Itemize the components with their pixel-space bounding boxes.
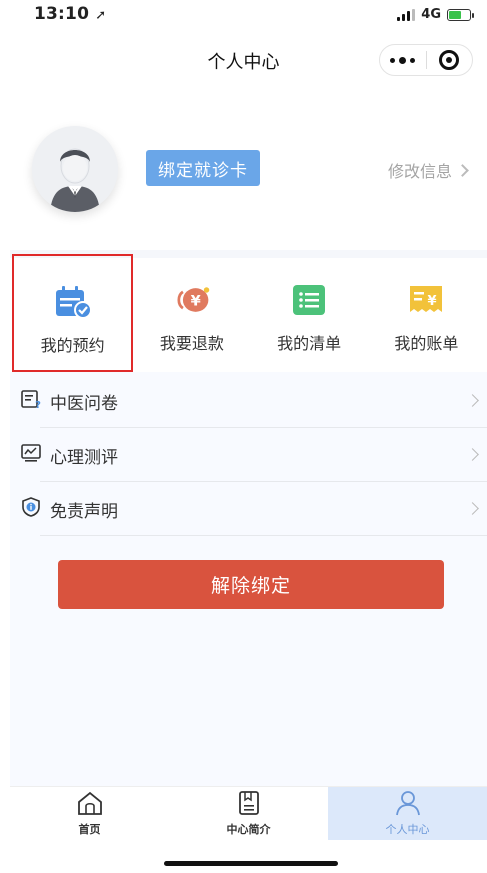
row-divider	[40, 535, 487, 536]
tab-center-intro[interactable]: 中心简介	[169, 787, 328, 840]
miniprogram-capsule	[379, 44, 473, 76]
svg-text:?: ?	[35, 400, 41, 410]
menu-list: ? 中医问卷 心理测评 免责声明	[10, 374, 487, 536]
network-label: 4G	[421, 7, 441, 22]
chevron-right-icon	[466, 502, 479, 515]
refund-yen-icon: ¥	[172, 282, 212, 318]
calendar-check-icon	[53, 284, 93, 320]
book-icon	[235, 790, 263, 819]
unbind-button[interactable]: 解除绑定	[58, 560, 444, 609]
quick-action-label: 我的账单	[394, 334, 459, 353]
chevron-right-icon	[456, 163, 469, 177]
monitor-chart-icon	[20, 442, 42, 468]
edit-info-link[interactable]: 修改信息	[387, 158, 469, 182]
tab-label: 首页	[78, 823, 101, 836]
more-icon[interactable]	[380, 45, 426, 75]
home-icon	[76, 790, 104, 819]
battery-icon	[447, 8, 474, 21]
quick-action-label: 我要退款	[159, 334, 224, 353]
tab-home[interactable]: 首页	[10, 787, 169, 840]
tab-personal-center[interactable]: 个人中心	[328, 787, 487, 840]
refund-button[interactable]: ¥ 我要退款	[133, 254, 250, 372]
my-bill-button[interactable]: ¥ 我的账单	[368, 254, 485, 372]
person-icon	[394, 790, 422, 819]
personal-center-page: 13:10 ➚ 4G 个人中心 绑定就诊卡 修改信息 我的预约 ¥ 我要退款 我…	[0, 0, 487, 873]
close-miniprogram-icon[interactable]	[426, 45, 472, 75]
tab-label: 个人中心	[385, 823, 430, 836]
tab-label: 中心简介	[226, 823, 271, 836]
menu-item-label: 心理测评	[50, 447, 118, 468]
status-bar: 13:10 ➚ 4G	[0, 0, 487, 34]
menu-item-disclaimer[interactable]: 免责声明	[10, 482, 487, 536]
status-indicators: 4G	[397, 7, 474, 22]
bill-yen-icon: ¥	[406, 282, 446, 318]
tab-bar: 首页 中心简介 个人中心	[10, 786, 487, 840]
quick-actions-grid: 我的预约 ¥ 我要退款 我的清单 ¥ 我的账单	[12, 254, 485, 372]
profile-section: 绑定就诊卡 修改信息	[0, 104, 487, 244]
edit-info-label: 修改信息	[387, 162, 452, 181]
quick-action-label: 我的清单	[277, 334, 342, 353]
quick-action-label: 我的预约	[40, 336, 105, 355]
status-time: 13:10 ➚	[34, 4, 107, 24]
bind-card-button[interactable]: 绑定就诊卡	[146, 150, 260, 186]
shield-info-icon	[20, 496, 42, 522]
my-appointments-button[interactable]: 我的预约	[12, 254, 134, 372]
my-list-button[interactable]: 我的清单	[251, 254, 368, 372]
svg-text:¥: ¥	[190, 293, 200, 309]
list-icon	[289, 282, 329, 318]
chevron-right-icon	[466, 394, 479, 407]
signal-icon	[397, 8, 416, 21]
navigation-bar: 个人中心	[0, 34, 487, 86]
home-indicator	[164, 861, 338, 866]
avatar	[32, 126, 118, 212]
menu-item-label: 免责声明	[50, 501, 118, 522]
chevron-right-icon	[466, 448, 479, 461]
svg-text:¥: ¥	[428, 294, 437, 309]
menu-item-psych-assessment[interactable]: 心理测评	[10, 428, 487, 482]
questionnaire-icon: ?	[20, 388, 42, 414]
menu-item-tcm-questionnaire[interactable]: ? 中医问卷	[10, 374, 487, 428]
menu-item-label: 中医问卷	[50, 393, 118, 414]
